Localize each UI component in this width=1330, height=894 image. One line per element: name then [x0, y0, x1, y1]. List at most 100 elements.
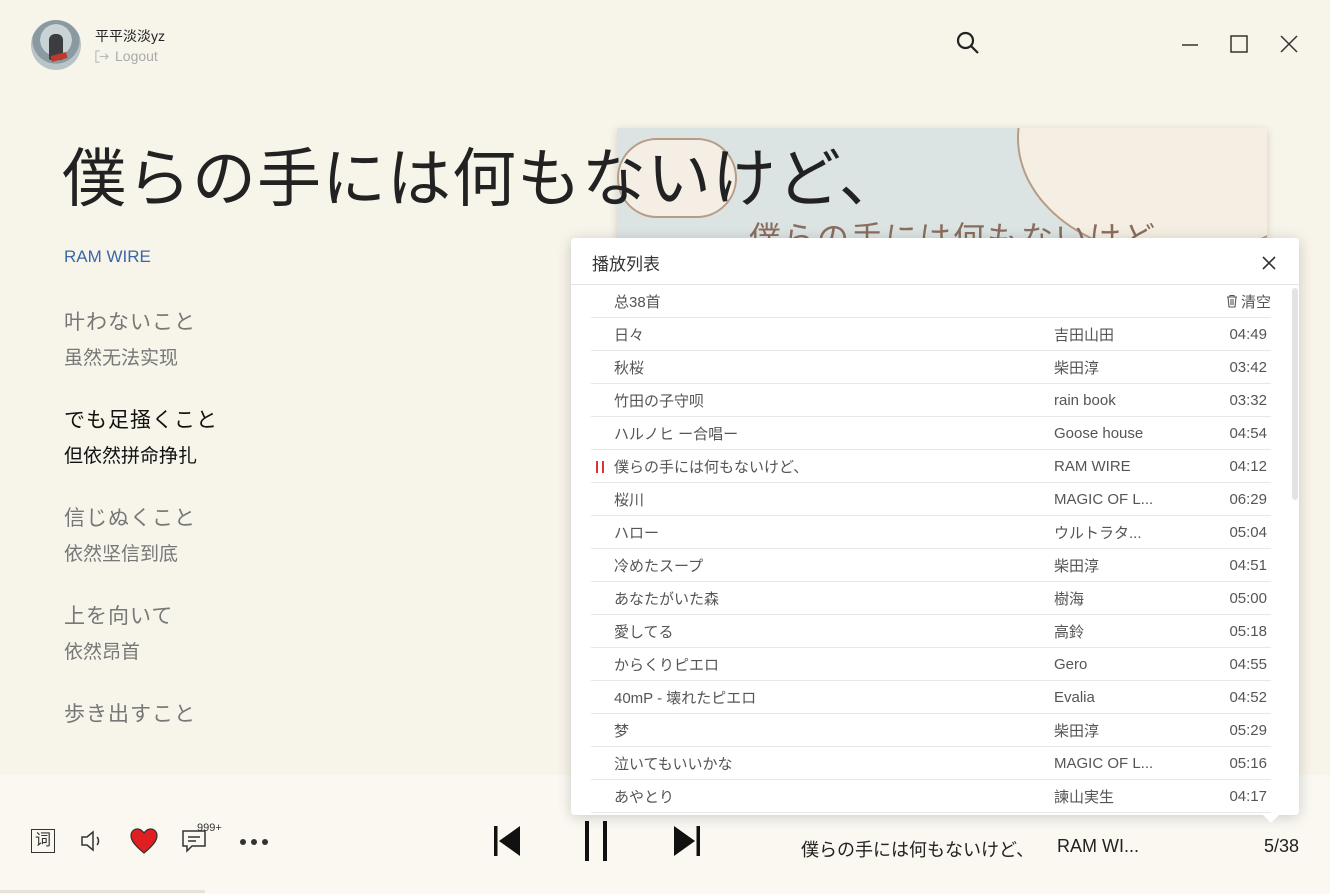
song-singer[interactable]: MAGIC OF L... [1054, 755, 1164, 772]
playlist-row[interactable]: からくりピエロ Gero 04:55 [591, 648, 1271, 681]
playlist-row[interactable]: 梦 柴田淳 05:29 [591, 714, 1271, 747]
lyric-line[interactable]: 歩き出すこと向前迈进 [64, 700, 544, 740]
song-name: 日々 [614, 326, 645, 344]
song-name: 僕らの手には何もないけど、 [614, 458, 809, 476]
song-singer[interactable]: 柴田淳 [1054, 720, 1164, 741]
song-duration: 04:54 [1229, 424, 1267, 442]
progress-bar[interactable] [0, 890, 205, 893]
user-avatar[interactable] [31, 20, 81, 70]
song-duration: 04:52 [1229, 688, 1267, 706]
song-name: からくりピエロ [614, 656, 720, 674]
playlist-toggle-index[interactable]: 5/38 [1264, 836, 1299, 857]
lyric-line[interactable]: 上を向いて 依然昂首 [64, 602, 544, 668]
playlist-row[interactable]: あなたがいた森 樹海 05:00 [591, 582, 1271, 615]
lyric-translation: 依然昂首 [64, 642, 141, 663]
song-singer[interactable]: 吉田山田 [1054, 324, 1164, 345]
song-singer[interactable]: Goose house [1054, 425, 1164, 442]
pause-icon[interactable] [583, 820, 609, 862]
lyric-original: でも足掻くこと [64, 409, 218, 432]
song-name: 40mP - 壊れたピエロ [614, 689, 757, 707]
song-duration: 03:42 [1229, 358, 1267, 376]
playlist-row[interactable]: 僕らの手には何もないけど、 RAM WIRE 04:12 [591, 450, 1271, 483]
playlist-row[interactable]: 冷めたスープ 柴田淳 04:51 [591, 549, 1271, 582]
lyric-translation: 向前迈进 [64, 736, 544, 740]
song-singer[interactable]: Evalia [1054, 689, 1164, 706]
song-title: 僕らの手には何もないけど、 [62, 143, 904, 217]
playlist-row[interactable]: 泣いてもいいかな MAGIC OF L... 05:16 [591, 747, 1271, 780]
song-duration: 05:00 [1229, 589, 1267, 607]
lyric-line[interactable]: 信じぬくこと 依然坚信到底 [64, 504, 544, 570]
minimize-button[interactable] [1179, 33, 1201, 55]
song-duration: 03:32 [1229, 391, 1267, 409]
song-duration: 04:51 [1229, 556, 1267, 574]
song-singer[interactable]: rain book [1054, 392, 1164, 409]
song-name: あやとり [614, 788, 675, 806]
song-singer[interactable]: 柴田淳 [1054, 357, 1164, 378]
playing-indicator-icon [596, 461, 606, 473]
search-icon[interactable] [955, 30, 981, 56]
lyric-translation: 但依然拼命挣扎 [64, 446, 198, 467]
playlist-row[interactable]: あやとり 諫山実生 04:17 [591, 780, 1271, 813]
playlist-scrollbar[interactable] [1292, 288, 1298, 500]
song-singer[interactable]: 樹海 [1054, 588, 1164, 609]
playlist-row[interactable]: 日々 吉田山田 04:49 [591, 318, 1271, 351]
lyric-original: 上を向いて [64, 605, 174, 628]
song-name: 泣いてもいいかな [614, 755, 733, 773]
song-name: 冷めたスープ [614, 557, 704, 575]
close-window-button[interactable] [1278, 33, 1300, 55]
playlist-panel: 播放列表 总38首 清空 日々 吉田山田 04:49 秋桜 柴田淳 03:42 竹田の子守呗… [571, 238, 1299, 815]
lyric-line[interactable]: でも足掻くこと 但依然拼命挣扎 [64, 406, 544, 472]
playlist-row[interactable]: 40mP - 壊れたピエロ Evalia 04:52 [591, 681, 1271, 714]
song-singer[interactable]: 柴田淳 [1054, 555, 1164, 576]
volume-icon[interactable] [79, 828, 105, 854]
comment-count: 999+ [197, 822, 222, 834]
playlist-row[interactable]: 桜川 MAGIC OF L... 06:29 [591, 483, 1271, 516]
song-duration: 05:04 [1229, 523, 1267, 541]
song-duration: 05:29 [1229, 721, 1267, 739]
lyric-original: 叶わないこと [64, 311, 196, 334]
song-duration: 06:29 [1229, 490, 1267, 508]
next-track-icon[interactable] [673, 824, 701, 858]
song-name: 秋桜 [614, 359, 645, 377]
logout-label: Logout [115, 48, 158, 64]
maximize-button[interactable] [1228, 33, 1250, 55]
song-singer[interactable]: Gero [1054, 656, 1164, 673]
playlist-list: 总38首 清空 日々 吉田山田 04:49 秋桜 柴田淳 03:42 竹田の子守呗 rain … [591, 285, 1271, 815]
song-singer[interactable]: RAM WIRE [1054, 458, 1164, 475]
song-singer[interactable]: 諫山実生 [1054, 786, 1164, 807]
playlist-row[interactable]: 竹田の子守呗 rain book 03:32 [591, 384, 1271, 417]
now-playing-artist[interactable]: RAM WI... [1057, 836, 1139, 857]
song-singer[interactable]: ウルトラタ... [1054, 522, 1164, 543]
trash-icon [1226, 294, 1237, 308]
logout-button[interactable]: Logout [94, 48, 158, 64]
playlist-row[interactable]: 愛してる 高鈴 05:18 [591, 615, 1271, 648]
playlist-title: 播放列表 [592, 255, 660, 274]
close-playlist-icon[interactable] [1260, 254, 1278, 272]
song-singer[interactable]: MAGIC OF L... [1054, 491, 1164, 508]
lyric-translation: 虽然无法实现 [64, 348, 179, 369]
username[interactable]: 平平淡淡yz [95, 26, 165, 46]
song-name: 梦 [614, 722, 630, 740]
song-name: 竹田の子守呗 [614, 392, 705, 410]
song-duration: 04:49 [1229, 325, 1267, 343]
playlist-row[interactable]: ハルノヒ ー合唱ー Goose house 04:54 [591, 417, 1271, 450]
desktop-lyric-button[interactable]: 词 [31, 829, 55, 853]
playlist-row[interactable]: ハロー ウルトラタ... 05:04 [591, 516, 1271, 549]
like-heart-icon[interactable] [129, 826, 159, 856]
lyric-line[interactable]: 叶わないこと 虽然无法实现 [64, 308, 544, 374]
more-options-icon[interactable] [239, 838, 269, 846]
song-name: ハルノヒ ー合唱ー [614, 425, 739, 443]
lyrics-panel: 叶わないこと 虽然无法实现 でも足掻くこと 但依然拼命挣扎 信じぬくこと 依然坚信到底 上を… [64, 308, 544, 740]
song-duration: 05:16 [1229, 754, 1267, 772]
now-playing-title: 僕らの手には何もないけど、 [801, 840, 1035, 860]
lyric-translation: 依然坚信到底 [64, 544, 179, 565]
playlist-row[interactable]: 秋桜 柴田淳 03:42 [591, 351, 1271, 384]
artist-link[interactable]: RAM WIRE [64, 247, 151, 267]
song-name: あなたがいた森 [614, 590, 720, 608]
song-name: 桜川 [614, 491, 645, 509]
song-singer[interactable]: 高鈴 [1054, 621, 1164, 642]
lyric-original: 歩き出すこと [64, 703, 196, 726]
song-duration: 05:18 [1229, 622, 1267, 640]
previous-track-icon[interactable] [493, 824, 521, 858]
clear-playlist-button[interactable]: 清空 [1225, 291, 1271, 312]
